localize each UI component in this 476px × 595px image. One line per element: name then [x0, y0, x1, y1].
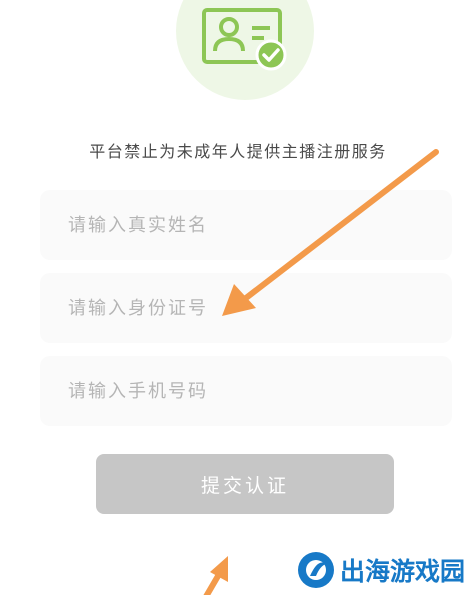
phone-number-input[interactable]	[40, 380, 452, 402]
watermark-text: 出海游戏园	[340, 557, 466, 586]
minor-restriction-notice: 平台禁止为未成年人提供主播注册服务	[89, 142, 387, 161]
site-watermark: 出海游戏园	[296, 548, 465, 592]
id-number-field[interactable]	[40, 273, 452, 343]
id-number-input[interactable]	[40, 297, 452, 319]
real-name-field[interactable]	[40, 190, 452, 260]
submit-verification-button[interactable]: 提交认证	[96, 454, 394, 514]
phone-number-field[interactable]	[40, 356, 452, 426]
id-card-verified-icon	[202, 8, 287, 71]
watermark-logo-icon	[298, 552, 334, 588]
real-name-input[interactable]	[40, 214, 452, 236]
arrow-to-submit	[203, 556, 228, 595]
